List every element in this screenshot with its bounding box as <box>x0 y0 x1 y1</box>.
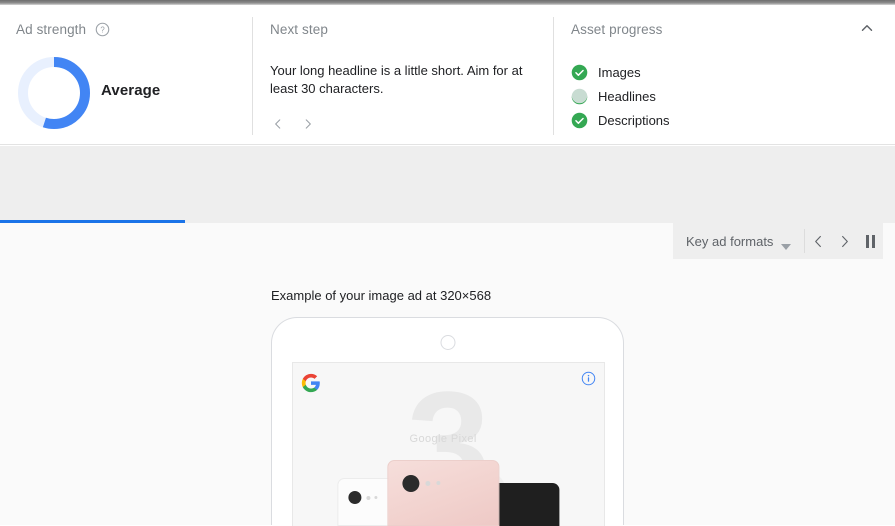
ad-strength-section: Ad strength ? Average <box>0 5 252 145</box>
preview-header-band: Preview On DISPLAY NETWORK YOUTUBE GMAIL… <box>0 146 895 364</box>
camera-lens <box>347 491 361 504</box>
asset-label: Descriptions <box>598 112 670 128</box>
camera-lens <box>401 475 419 492</box>
ad-format-select[interactable]: Key ad formats <box>673 223 804 259</box>
asset-progress-list: Images Headlines Descriptions <box>571 60 670 132</box>
next-step-nav <box>266 112 320 136</box>
camera-sensor <box>373 496 377 499</box>
preview-toolbar-controls: Key ad formats <box>673 223 884 259</box>
asset-progress-title: Asset progress <box>571 22 663 37</box>
half-circle-icon <box>571 88 588 105</box>
help-circle-icon[interactable]: ? <box>95 22 110 37</box>
camera-flash <box>365 496 370 500</box>
phone-camera <box>440 335 455 350</box>
info-circle-icon[interactable] <box>581 371 596 386</box>
check-circle-icon <box>571 64 588 81</box>
pause-icon <box>865 234 875 248</box>
preview-stage: Example of your image ad at 320×568 3 Go… <box>0 259 895 526</box>
caret-down-icon <box>781 238 792 250</box>
pixel-phone-rose <box>386 460 499 526</box>
ad-strength-rating: Average <box>101 82 161 99</box>
chevron-up-icon[interactable] <box>858 19 882 43</box>
next-step-section: Next step Your long headline is a little… <box>253 5 553 145</box>
next-step-message: Your long headline is a little short. Ai… <box>270 63 523 96</box>
chevron-right-icon[interactable] <box>296 112 320 136</box>
ad-preview-screen: 3 Google Pixel <box>292 362 605 526</box>
camera-sensor <box>435 481 440 485</box>
check-circle-icon <box>571 112 588 129</box>
phone-mockup: 3 Google Pixel <box>271 317 624 526</box>
preview-prev-button[interactable] <box>805 223 831 259</box>
chevron-left-icon[interactable] <box>266 112 290 136</box>
asset-row-images: Images <box>571 60 670 84</box>
ad-strength-title: Ad strength <box>16 22 87 37</box>
ad-strength-gauge <box>14 53 94 133</box>
svg-text:?: ? <box>100 25 105 34</box>
preview-pause-button[interactable] <box>857 223 883 259</box>
google-g-icon <box>301 373 321 393</box>
asset-row-headlines: Headlines <box>571 84 670 108</box>
asset-row-descriptions: Descriptions <box>571 108 670 132</box>
asset-label: Headlines <box>598 88 656 104</box>
preview-next-button[interactable] <box>831 223 857 259</box>
example-caption: Example of your image ad at 320×568 <box>271 288 492 303</box>
ad-summary-panel: Ad strength ? Average Next step Your lon… <box>0 5 895 145</box>
ad-format-select-label: Key ad formats <box>686 233 774 249</box>
ad-brand-text: Google Pixel <box>409 433 477 445</box>
camera-flash <box>424 481 430 486</box>
asset-label: Images <box>598 64 641 80</box>
pixel-phones-illustration <box>329 460 559 526</box>
asset-progress-section: Asset progress Images Headlines Descript… <box>554 5 895 145</box>
next-step-title: Next step <box>270 22 328 37</box>
